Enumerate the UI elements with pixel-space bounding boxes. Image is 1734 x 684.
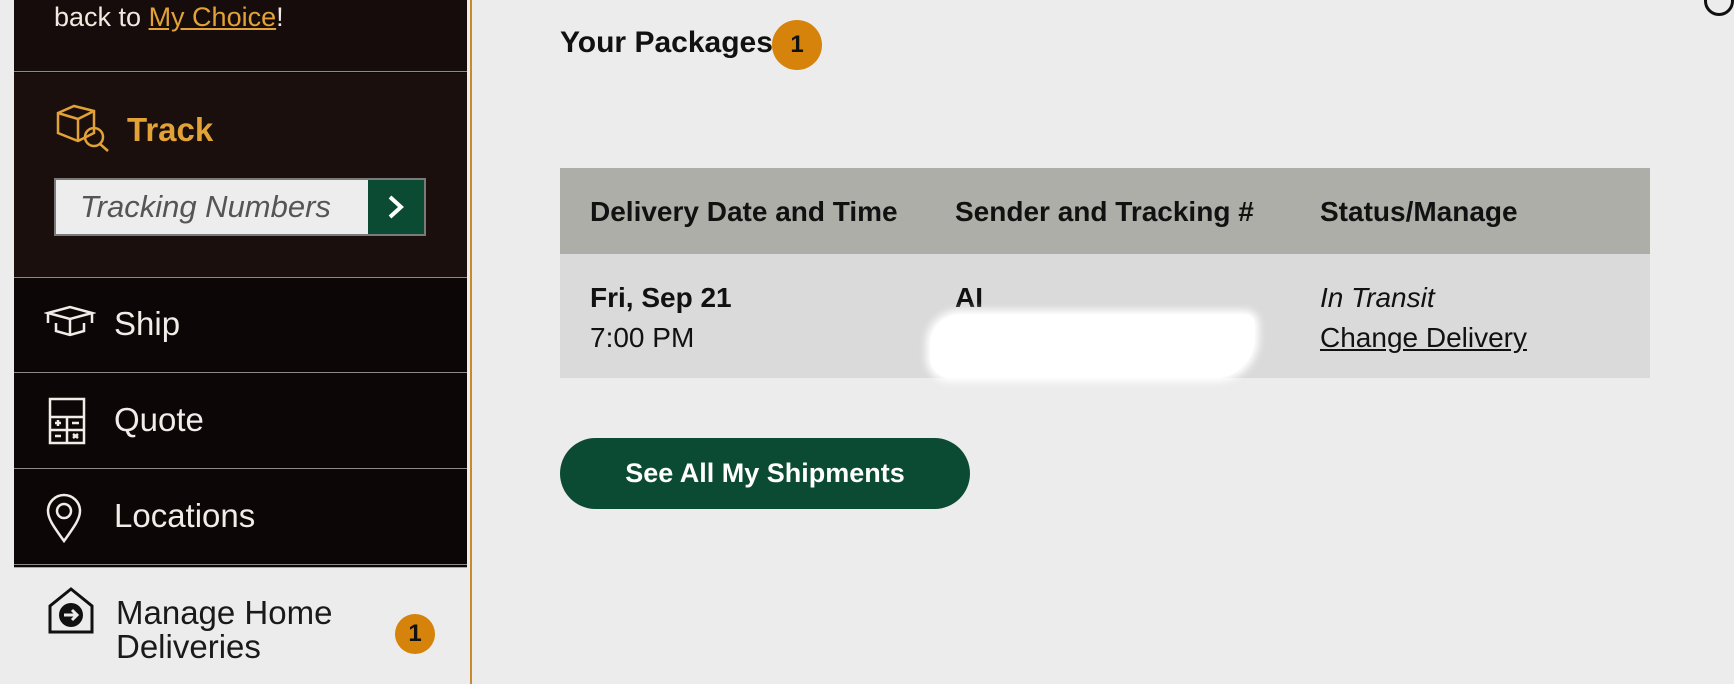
notification-badge: 1 <box>395 614 435 654</box>
home-delivery-icon <box>48 587 94 634</box>
sidebar-item-label: Locations <box>114 497 256 534</box>
see-all-shipments-button[interactable]: See All My Shipments <box>560 438 970 509</box>
my-choice-link[interactable]: My Choice <box>149 2 277 32</box>
sidebar-item-ship[interactable]: Ship <box>14 279 467 373</box>
welcome-suffix: ! <box>276 2 284 32</box>
header-status-manage: Status/Manage <box>1320 196 1518 227</box>
table-row: Fri, Sep 21 7:00 PM AI In Transit Change… <box>560 254 1650 378</box>
track-section: Track <box>14 73 467 278</box>
calculator-icon <box>48 397 86 445</box>
change-delivery-link[interactable]: Change Delivery <box>1320 322 1527 354</box>
sidebar: back to My Choice! Track Ship <box>14 0 467 684</box>
delivery-time: 7:00 PM <box>590 322 695 353</box>
sidebar-item-quote[interactable]: Quote <box>14 375 467 469</box>
redacted-tracking-number <box>930 314 1255 378</box>
chevron-right-icon <box>388 195 404 219</box>
welcome-text: back to My Choice! <box>54 2 284 33</box>
track-title: Track <box>127 111 214 148</box>
table-header: Delivery Date and Time Sender and Tracki… <box>560 168 1650 254</box>
sidebar-item-locations[interactable]: Locations <box>14 471 467 565</box>
sidebar-item-label: Quote <box>114 401 204 438</box>
sidebar-item-manage-home-deliveries[interactable]: Manage Home Deliveries 1 <box>14 567 467 684</box>
location-pin-icon <box>46 493 82 543</box>
sidebar-item-label: Ship <box>114 305 181 342</box>
track-package-icon <box>56 104 109 152</box>
page-title: Your Packages <box>560 26 773 59</box>
track-submit-button[interactable] <box>368 180 424 234</box>
tracking-form <box>54 178 426 236</box>
sender-name: AI <box>955 282 983 313</box>
sidebar-item-label: Manage Home Deliveries <box>116 594 333 665</box>
welcome-banner: back to My Choice! <box>14 0 467 72</box>
box-icon <box>44 305 96 337</box>
header-delivery-date: Delivery Date and Time <box>590 196 898 227</box>
sidebar-divider <box>470 0 472 684</box>
header-sender-tracking: Sender and Tracking # <box>955 196 1254 227</box>
status-text: In Transit <box>1320 282 1435 313</box>
tracking-number-input[interactable] <box>56 180 370 234</box>
delivery-date: Fri, Sep 21 <box>590 282 732 313</box>
partial-circle-icon <box>1704 0 1734 16</box>
welcome-prefix: back to <box>54 2 149 32</box>
packages-count-badge: 1 <box>772 20 822 70</box>
packages-table: Delivery Date and Time Sender and Tracki… <box>560 168 1650 378</box>
